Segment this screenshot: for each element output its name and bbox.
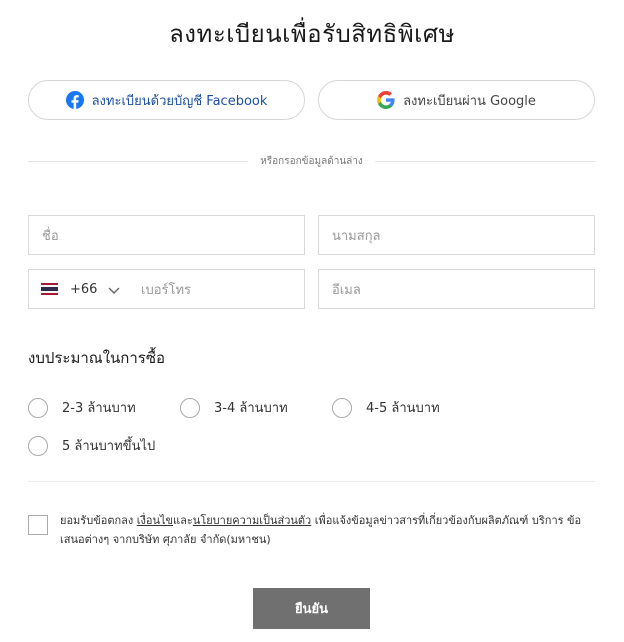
budget-option-2-3[interactable]: 2-3 ล้านบาท (28, 397, 136, 418)
facebook-icon (65, 91, 84, 109)
divider-line-left (28, 160, 249, 162)
email-field[interactable]: อีเมล (318, 269, 595, 309)
radio-circle[interactable] (332, 397, 352, 418)
budget-option-label: 3-4 ล้านบาท (214, 401, 288, 416)
submit-button[interactable]: ยืนยัน (253, 588, 370, 629)
consent-prefix: ยอมรับข้อตกลง (60, 514, 137, 527)
first-name-field[interactable]: ชื่อ (28, 215, 305, 255)
budget-section-title: งบประมาณในการซื้อ (28, 349, 166, 367)
consent-and: และ (173, 514, 193, 527)
facebook-signup-button[interactable]: ลงทะเบียนด้วยบัญชี Facebook (28, 80, 305, 120)
google-signup-button[interactable]: ลงทะเบียนผ่าน Google (318, 80, 595, 120)
facebook-signup-label: ลงทะเบียนด้วยบัญชี Facebook (91, 93, 268, 109)
last-name-field[interactable]: นามสกุล (318, 215, 595, 255)
chevron-down-icon (108, 284, 120, 294)
radio-circle[interactable] (28, 435, 48, 456)
section-separator (28, 481, 595, 482)
budget-option-label: 4-5 ล้านบาท (366, 401, 440, 416)
radio-circle[interactable] (180, 397, 200, 418)
country-code-value: +66 (70, 281, 98, 297)
budget-option-3-4[interactable]: 3-4 ล้านบาท (180, 397, 288, 418)
or-divider: หรือกรอกข้อมูลด้านล่าง (28, 153, 595, 169)
divider-line-right (374, 160, 595, 162)
consent-checkbox[interactable] (28, 515, 48, 535)
google-signup-label: ลงทะเบียนผ่าน Google (403, 93, 536, 109)
budget-option-label: 5 ล้านบาทขึ้นไป (62, 439, 156, 454)
thailand-flag-icon (41, 283, 58, 295)
consent-text: ยอมรับข้อตกลง เงื่อนไขและนโยบายความเป็นส… (60, 511, 595, 549)
google-icon (377, 91, 395, 109)
terms-link[interactable]: เงื่อนไข (137, 514, 173, 527)
privacy-policy-link[interactable]: นโยบายความเป็นส่วนตัว (193, 514, 311, 527)
consent-row: ยอมรับข้อตกลง เงื่อนไขและนโยบายความเป็นส… (28, 511, 595, 549)
budget-option-label: 2-3 ล้านบาท (62, 401, 136, 416)
country-code-select[interactable]: +66 (28, 269, 129, 309)
divider-text: หรือกรอกข้อมูลด้านล่าง (260, 155, 363, 167)
radio-circle[interactable] (28, 397, 48, 418)
budget-option-5-plus[interactable]: 5 ล้านบาทขึ้นไป (28, 435, 155, 456)
phone-field[interactable]: เบอร์โทร (128, 269, 305, 309)
page-title: ลงทะเบียนเพื่อรับสิทธิพิเศษ (169, 20, 455, 48)
budget-option-4-5[interactable]: 4-5 ล้านบาท (332, 397, 440, 418)
